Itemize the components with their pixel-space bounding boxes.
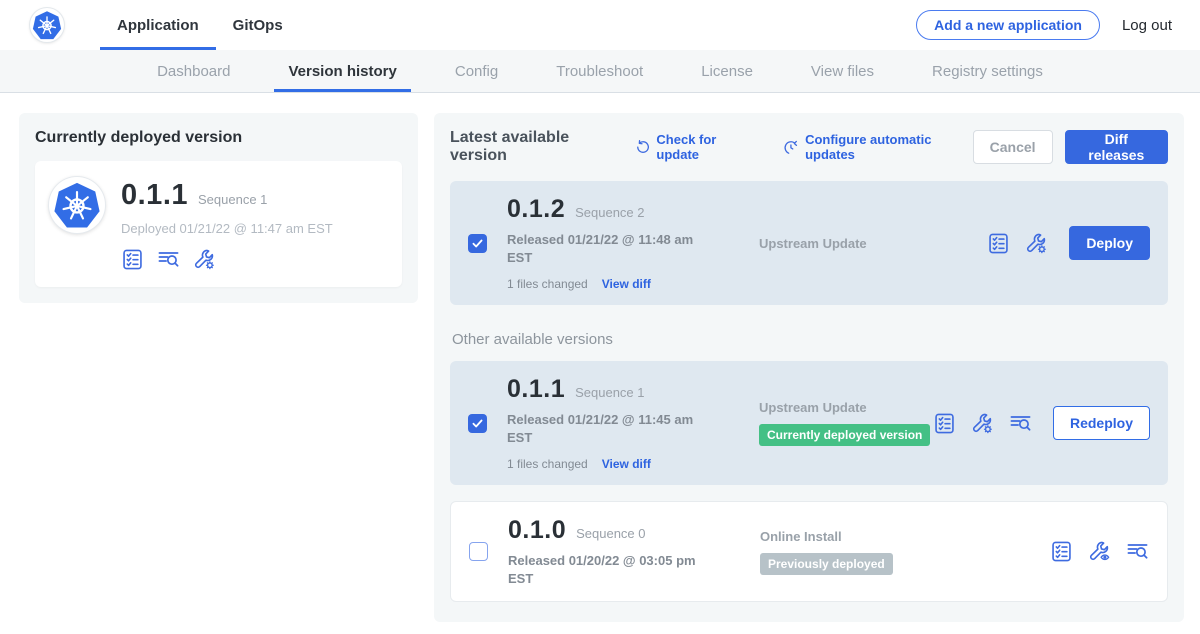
version-info: 0.1.0 Sequence 0 Released 01/20/22 @ 03:… (508, 516, 720, 587)
configure-automatic-updates-link[interactable]: Configure automatic updates (783, 132, 972, 162)
deploy-logs-icon[interactable] (157, 248, 180, 271)
check-icon (471, 237, 484, 250)
sequence-label: Sequence 2 (575, 205, 644, 220)
redeploy-button[interactable]: Redeploy (1053, 406, 1150, 440)
other-versions-title: Other available versions (452, 331, 1166, 348)
released-timestamp: Released 01/21/22 @ 11:48 am EST (507, 231, 707, 266)
preflight-checks-icon[interactable] (987, 232, 1010, 255)
version-info: 0.1.1 Sequence 1 Released 01/21/22 @ 11:… (507, 375, 719, 471)
diff-releases-button[interactable]: Diff releases (1065, 130, 1168, 164)
subtab-view-files[interactable]: View files (811, 50, 874, 92)
version-info: 0.1.2 Sequence 2 Released 01/21/22 @ 11:… (507, 195, 719, 291)
released-timestamp: Released 01/20/22 @ 03:05 pm EST (508, 552, 708, 587)
deploy-button[interactable]: Deploy (1069, 226, 1150, 260)
subtab-dashboard[interactable]: Dashboard (157, 50, 230, 92)
view-diff-link[interactable]: View diff (602, 277, 651, 291)
app-sub-nav: Dashboard Version history Config Trouble… (0, 50, 1200, 93)
tab-gitops[interactable]: GitOps (216, 0, 300, 50)
version-row-0-1-0: 0.1.0 Sequence 0 Released 01/20/22 @ 03:… (450, 501, 1168, 602)
logout-link[interactable]: Log out (1122, 17, 1172, 34)
source-label: Upstream Update (759, 236, 867, 251)
topnav-right: Add a new application Log out (916, 10, 1172, 40)
edit-config-icon[interactable] (971, 412, 994, 435)
subtab-troubleshoot[interactable]: Troubleshoot (556, 50, 643, 92)
version-select-checkbox[interactable] (468, 414, 487, 433)
latest-version-title: Latest available version (450, 129, 619, 165)
deployed-sequence-label: Sequence 1 (198, 192, 267, 207)
available-versions-card: Latest available version Check for updat… (434, 113, 1184, 622)
kubernetes-icon (32, 10, 62, 40)
version-source: Online Install Previously deployed (760, 529, 1050, 575)
app-logo (30, 8, 64, 42)
app-version-logo (49, 177, 105, 233)
version-number: 0.1.0 (508, 516, 566, 545)
check-icon (471, 417, 484, 430)
deployed-version-number: 0.1.1 (121, 179, 188, 212)
topnav-tabs: Application GitOps (100, 0, 300, 50)
source-label: Upstream Update (759, 400, 867, 415)
subtab-version-history[interactable]: Version history (288, 50, 396, 92)
version-actions: Deploy (987, 226, 1150, 260)
add-application-button[interactable]: Add a new application (916, 10, 1100, 40)
view-config-icon[interactable] (1088, 540, 1111, 563)
deployed-timestamp: Deployed 01/21/22 @ 11:47 am EST (121, 221, 333, 236)
files-changed-label: 1 files changed (507, 277, 588, 291)
deploy-logs-icon[interactable] (1009, 412, 1032, 435)
preflight-checks-icon[interactable] (933, 412, 956, 435)
deployed-version-tile: 0.1.1 Sequence 1 Deployed 01/21/22 @ 11:… (35, 161, 402, 287)
schedule-update-icon (783, 139, 799, 156)
deploy-logs-icon[interactable] (1126, 540, 1149, 563)
version-number: 0.1.2 (507, 195, 565, 224)
source-label: Online Install (760, 529, 842, 544)
files-changed-label: 1 files changed (507, 457, 588, 471)
deployed-card-title: Currently deployed version (35, 129, 402, 147)
version-number: 0.1.1 (507, 375, 565, 404)
cancel-button[interactable]: Cancel (973, 130, 1053, 164)
version-actions: Redeploy (933, 406, 1150, 440)
version-source: Upstream Update Currently deployed versi… (759, 400, 933, 446)
main-content: Currently deployed version 0.1.1 Sequenc… (0, 93, 1200, 622)
top-nav: Application GitOps Add a new application… (0, 0, 1200, 50)
version-row-0-1-2: 0.1.2 Sequence 2 Released 01/21/22 @ 11:… (450, 181, 1168, 305)
currently-deployed-badge: Currently deployed version (759, 424, 930, 446)
refresh-icon (635, 139, 651, 156)
deployed-version-meta: 0.1.1 Sequence 1 Deployed 01/21/22 @ 11:… (121, 177, 333, 271)
latest-version-header: Latest available version Check for updat… (450, 129, 1168, 165)
edit-config-icon[interactable] (193, 248, 216, 271)
subtab-license[interactable]: License (701, 50, 753, 92)
kubernetes-icon (53, 181, 101, 229)
previously-deployed-badge: Previously deployed (760, 553, 893, 575)
edit-config-icon[interactable] (1025, 232, 1048, 255)
view-diff-link[interactable]: View diff (602, 457, 651, 471)
subtab-config[interactable]: Config (455, 50, 498, 92)
version-select-checkbox[interactable] (468, 234, 487, 253)
sequence-label: Sequence 1 (575, 385, 644, 400)
sequence-label: Sequence 0 (576, 526, 645, 541)
version-source: Upstream Update (759, 236, 987, 251)
version-row-0-1-1: 0.1.1 Sequence 1 Released 01/21/22 @ 11:… (450, 361, 1168, 485)
released-timestamp: Released 01/21/22 @ 11:45 am EST (507, 411, 707, 446)
version-actions (1050, 540, 1149, 563)
check-for-update-link[interactable]: Check for update (635, 132, 756, 162)
preflight-checks-icon[interactable] (1050, 540, 1073, 563)
preflight-checks-icon[interactable] (121, 248, 144, 271)
tab-application[interactable]: Application (100, 0, 216, 50)
subtab-registry-settings[interactable]: Registry settings (932, 50, 1043, 92)
currently-deployed-card: Currently deployed version 0.1.1 Sequenc… (19, 113, 418, 303)
version-select-checkbox[interactable] (469, 542, 488, 561)
